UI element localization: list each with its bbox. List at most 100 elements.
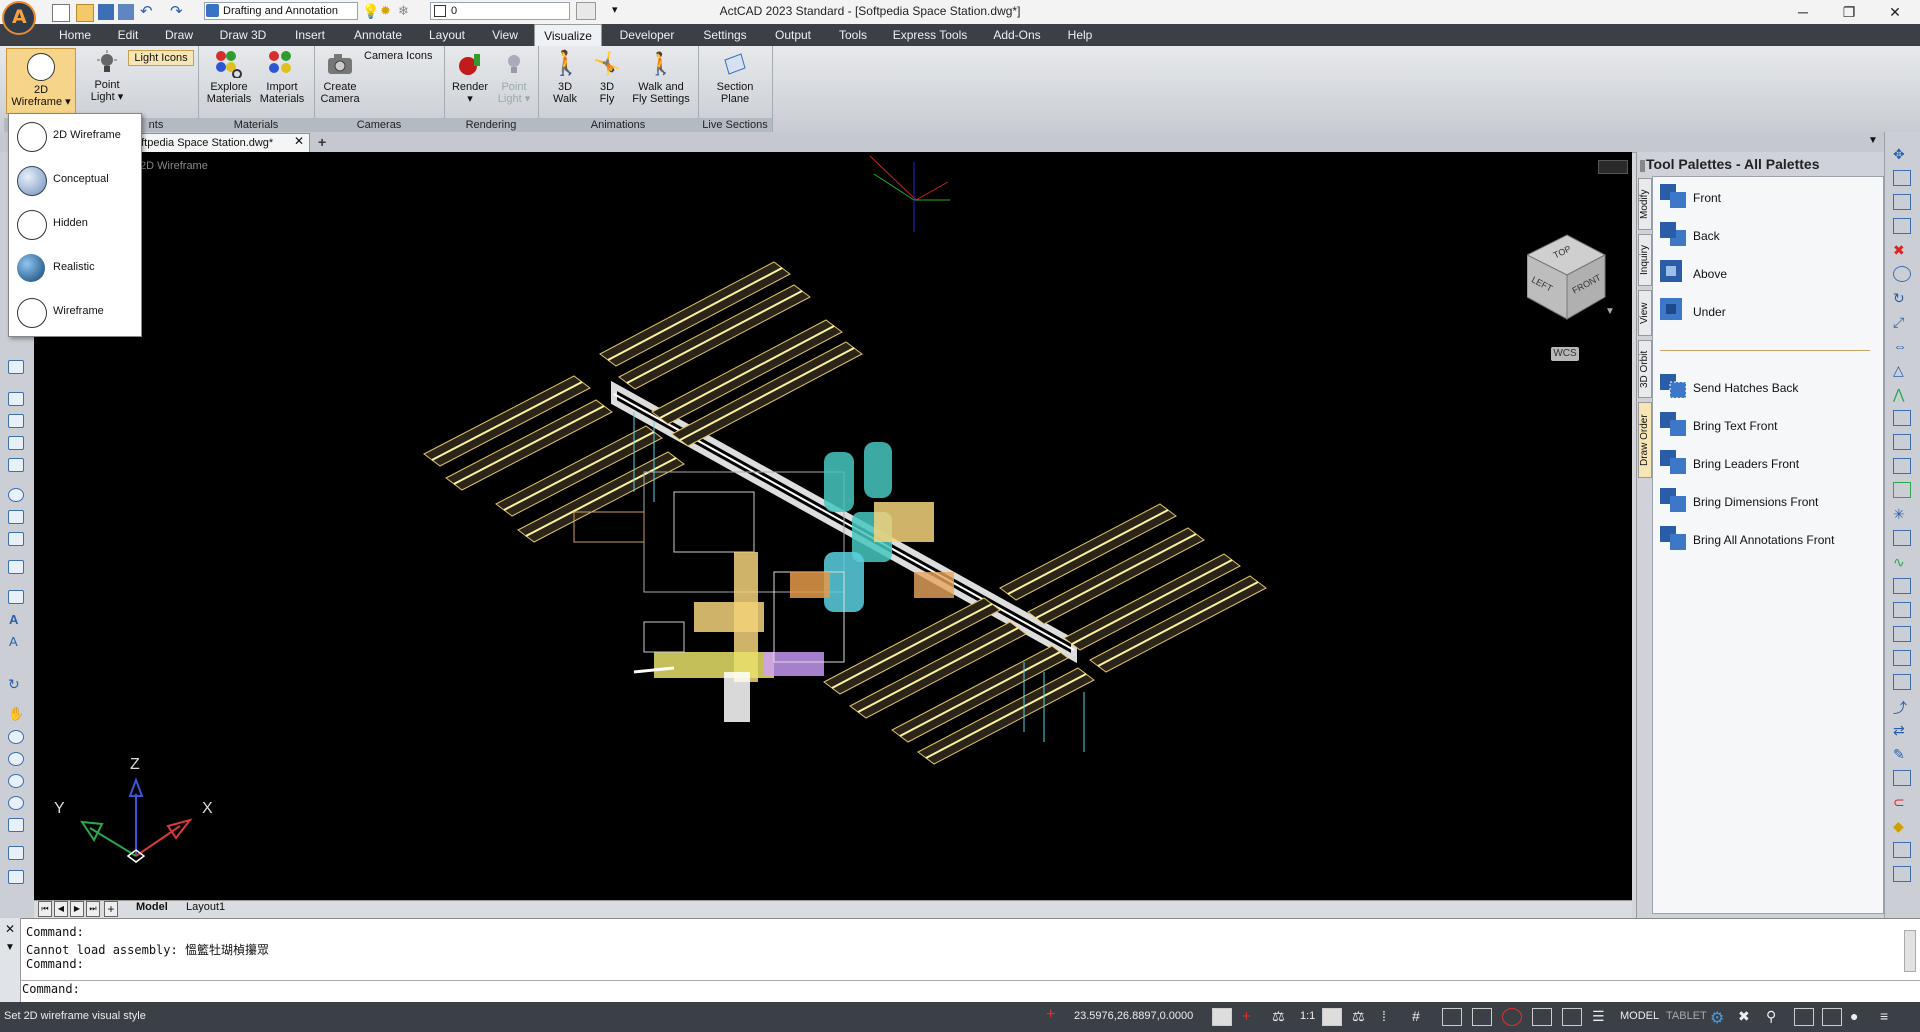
viewcube-menu-icon[interactable]: ▼ (1605, 306, 1615, 317)
tool-block-icon[interactable] (8, 560, 24, 574)
tab-developer[interactable]: Developer (610, 24, 684, 46)
viewport-controls[interactable] (1598, 160, 1628, 174)
tab-layout[interactable]: Layout (420, 24, 474, 46)
tablet-toggle[interactable]: TABLET (1666, 1010, 1707, 1022)
command-options-icon[interactable]: ▼ (5, 942, 15, 953)
coordinates-readout[interactable]: 23.5976,26.8897,0.0000 (1074, 1010, 1193, 1022)
lineweight-icon[interactable] (1562, 1008, 1582, 1026)
visual-style-realistic[interactable]: Realistic (9, 246, 141, 290)
visual-style-2d-wireframe[interactable]: 2D Wireframe (9, 114, 141, 158)
tool-pan-icon[interactable]: ✋ (8, 706, 24, 722)
calculator-icon[interactable] (1893, 866, 1911, 882)
edit-spline-icon[interactable]: ∿ (1893, 554, 1909, 570)
palette-tab-modify[interactable]: Modify (1638, 178, 1652, 230)
tool-hatch-icon[interactable] (8, 392, 24, 406)
tab-draw3d[interactable]: Draw 3D (214, 24, 272, 46)
tab-tools[interactable]: Tools (830, 24, 876, 46)
tool-cloud-icon[interactable] (8, 458, 24, 472)
viewport-visual-style-label[interactable]: 2D Wireframe (140, 160, 208, 172)
tab-settings[interactable]: Settings (694, 24, 756, 46)
tool-mtext-icon[interactable]: A (9, 634, 18, 649)
close-button[interactable]: ✕ (1872, 0, 1918, 24)
auto-scale-icon[interactable]: ⚖ (1352, 1008, 1370, 1024)
tool-layers-icon[interactable] (8, 870, 24, 884)
trim-icon[interactable]: △ (1893, 362, 1909, 378)
tab-home[interactable]: Home (50, 24, 100, 46)
tab-express-tools[interactable]: Express Tools (888, 24, 972, 46)
drawing-canvas[interactable] (34, 152, 1632, 900)
palette-tab-3d-orbit[interactable]: 3D Orbit (1638, 340, 1652, 398)
copy-icon[interactable] (1893, 170, 1911, 186)
model-space-toggle[interactable]: MODEL (1620, 1010, 1659, 1022)
command-input[interactable] (20, 980, 1920, 999)
maximize-button[interactable]: ❐ (1826, 0, 1872, 24)
lock-ui-icon[interactable]: ⚲ (1766, 1008, 1784, 1024)
stretch-icon[interactable]: ⇔ (1893, 338, 1909, 354)
tool-regen-icon[interactable]: ↻ (8, 676, 20, 693)
mirror-icon[interactable] (1893, 194, 1911, 210)
wcs-button[interactable]: WCS (1551, 347, 1579, 361)
tool-zoom-extents-icon[interactable] (8, 796, 24, 810)
etrack-icon[interactable] (1532, 1008, 1552, 1026)
grid-icon[interactable]: # (1412, 1008, 1430, 1024)
tool-zoom-icon[interactable] (8, 730, 24, 744)
join-icon[interactable] (1893, 434, 1911, 450)
fillet-icon[interactable] (1893, 482, 1911, 498)
palette-tab-inquiry[interactable]: Inquiry (1638, 234, 1652, 286)
visual-style-wireframe[interactable]: Wireframe (9, 290, 141, 334)
command-scrollbar[interactable] (1904, 930, 1916, 972)
palette-tab-view[interactable]: View (1638, 290, 1652, 336)
crosshair-icon[interactable]: + (1046, 1006, 1055, 1024)
ortho-icon[interactable] (1442, 1008, 1462, 1026)
isolate-icon[interactable]: ● (1850, 1008, 1868, 1024)
tool-rectangle-icon[interactable] (8, 436, 24, 450)
tab-visualize[interactable]: Visualize (534, 24, 602, 46)
align-icon[interactable] (1893, 578, 1911, 594)
box-icon[interactable] (1893, 842, 1911, 858)
viewcube[interactable]: TOP LEFT FRONT (1525, 233, 1607, 326)
point-light-disabled-button[interactable]: Point Light ▾ (494, 50, 534, 105)
erase-icon[interactable]: ✖ (1893, 242, 1909, 258)
tab-insert[interactable]: Insert (284, 24, 336, 46)
otrack-icon[interactable]: + (1242, 1008, 1260, 1025)
tab-help[interactable]: Help (1060, 24, 1100, 46)
tool-zoom-prev-icon[interactable] (8, 774, 24, 788)
move-icon[interactable]: ✥ (1893, 146, 1909, 162)
snap-icon[interactable]: ⁞ (1382, 1008, 1400, 1024)
tab-model[interactable]: Model (136, 901, 168, 913)
pen-icon[interactable]: ✎ (1893, 746, 1909, 762)
osnap-icon[interactable] (1212, 1008, 1232, 1026)
tool-properties-icon[interactable] (8, 846, 24, 860)
match-properties-icon[interactable]: ⤴ (1893, 698, 1909, 716)
array-icon[interactable] (1893, 266, 1911, 282)
scale-icon[interactable]: ⤢ (1893, 314, 1909, 330)
command-close-icon[interactable]: ✕ (5, 922, 15, 936)
reverse-icon[interactable]: ⇄ (1893, 722, 1909, 738)
tab-add-ons[interactable]: Add-Ons (984, 24, 1050, 46)
color-icon[interactable]: ◆ (1893, 818, 1909, 834)
annotation-scale-icon[interactable]: ⚖ (1272, 1008, 1290, 1024)
create-camera-button[interactable]: Create Camera (318, 50, 362, 105)
annotation-visibility-icon[interactable] (1322, 1008, 1342, 1026)
next-layout-icon[interactable]: ▶ (70, 901, 84, 917)
viewports-icon[interactable] (1822, 1008, 1842, 1026)
prev-layout-icon[interactable]: ◀ (54, 901, 68, 917)
tab-layout1[interactable]: Layout1 (186, 901, 225, 913)
tool-region-icon[interactable] (8, 414, 24, 428)
tool-ellipse-icon[interactable] (8, 510, 24, 524)
tool-arc-icon[interactable] (8, 532, 24, 546)
lengthen-icon[interactable] (1893, 602, 1911, 618)
palette-tab-draw-order[interactable]: Draw Order (1638, 402, 1652, 478)
fly-3d-button[interactable]: 🤸 3D Fly (588, 50, 626, 105)
minimize-button[interactable]: ─ (1780, 0, 1826, 24)
edit-polyline-icon[interactable] (1893, 530, 1911, 546)
walk-3d-button[interactable]: 🚶 3D Walk (544, 50, 586, 105)
tool-table-icon[interactable] (8, 590, 24, 604)
tab-edit[interactable]: Edit (110, 24, 146, 46)
settings-gear-icon[interactable]: ⚙ (1710, 1008, 1728, 1027)
offset-icon[interactable] (1893, 218, 1911, 234)
tool-point-icon[interactable] (8, 360, 24, 374)
tab-view[interactable]: View (482, 24, 528, 46)
explore-materials-button[interactable]: Explore Materials (204, 50, 254, 105)
visual-style-conceptual[interactable]: Conceptual (9, 158, 141, 202)
